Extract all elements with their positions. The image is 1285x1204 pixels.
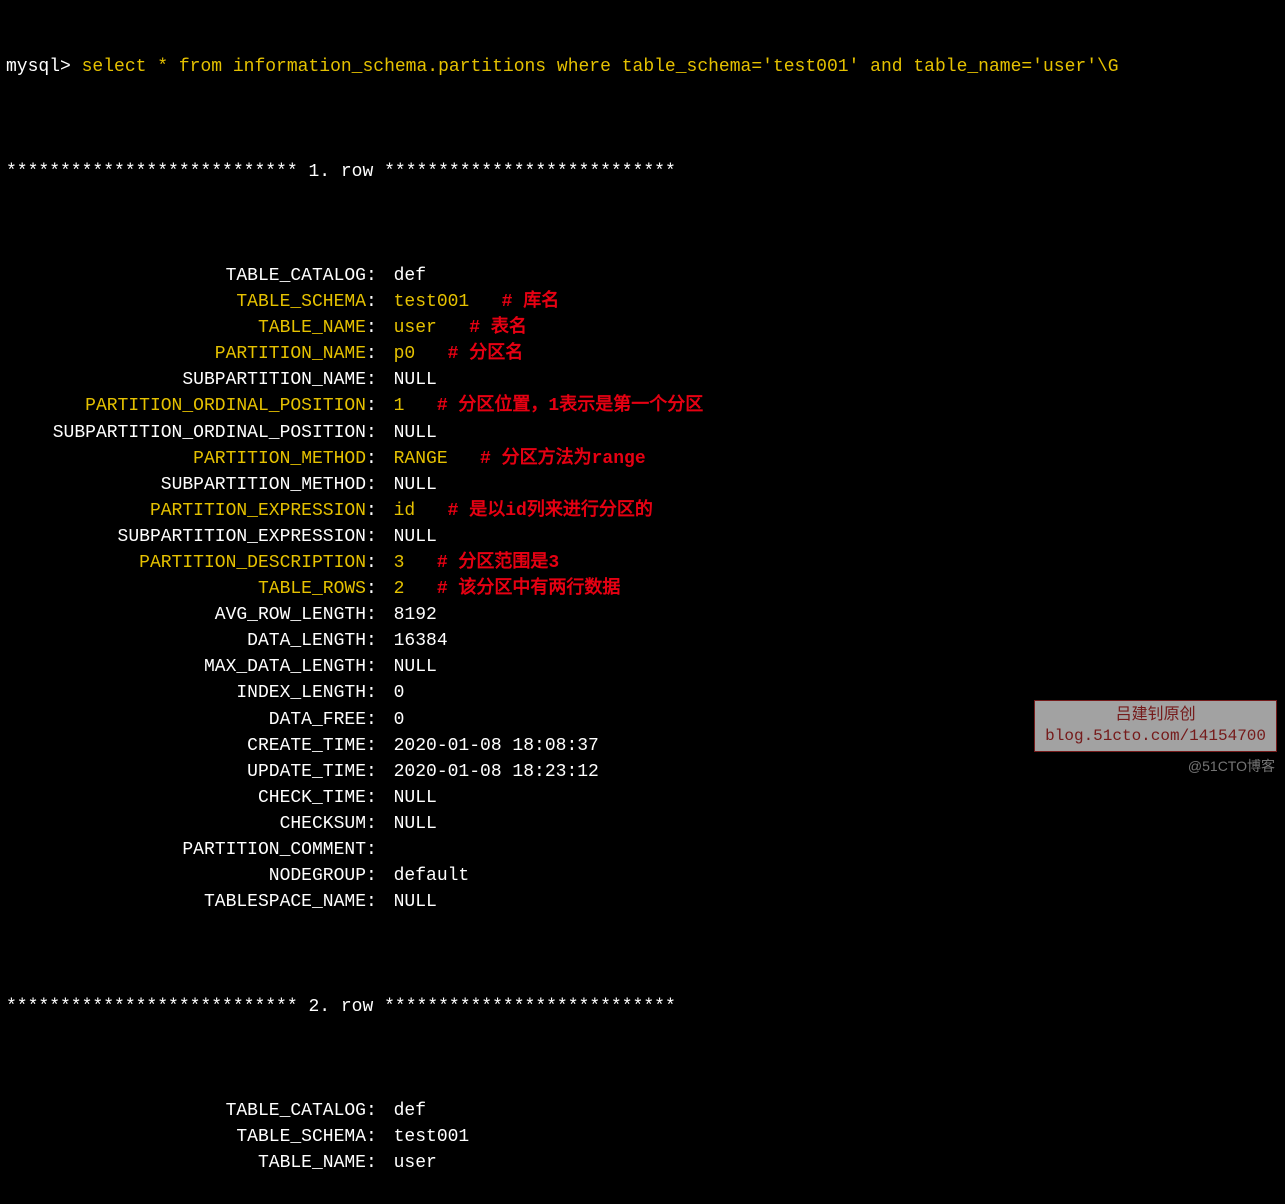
- field-label: PARTITION_METHOD: [6, 446, 366, 472]
- field-value: 2: [394, 576, 405, 602]
- field-row: PARTITION_COMMENT:: [6, 837, 1279, 863]
- field-row: TABLE_SCHEMA: test001: [6, 1124, 1279, 1150]
- inline-comment: # 库名: [502, 289, 560, 315]
- inline-comment: # 分区位置，1表示是第一个分区: [437, 393, 703, 419]
- field-value: 8192: [394, 602, 437, 628]
- field-label: SUBPARTITION_ORDINAL_POSITION: [6, 420, 366, 446]
- field-row: TABLE_SCHEMA: test001 # 库名: [6, 289, 1279, 315]
- inline-comment: # 该分区中有两行数据: [437, 576, 621, 602]
- inline-comment: # 表名: [469, 315, 527, 341]
- field-row: CHECK_TIME: NULL: [6, 785, 1279, 811]
- row-2-header: *************************** 2. row *****…: [6, 994, 1279, 1020]
- field-row: SUBPARTITION_NAME: NULL: [6, 367, 1279, 393]
- row-1-header: *************************** 1. row *****…: [6, 159, 1279, 185]
- field-value: NULL: [394, 654, 437, 680]
- field-row: TABLE_CATALOG: def: [6, 263, 1279, 289]
- field-value: id: [394, 498, 416, 524]
- field-row: SUBPARTITION_METHOD: NULL: [6, 472, 1279, 498]
- field-row: CHECKSUM: NULL: [6, 811, 1279, 837]
- field-row: MAX_DATA_LENGTH: NULL: [6, 654, 1279, 680]
- field-label: MAX_DATA_LENGTH: [6, 654, 366, 680]
- field-label: TABLE_ROWS: [6, 576, 366, 602]
- field-label: SUBPARTITION_NAME: [6, 367, 366, 393]
- field-label: CREATE_TIME: [6, 733, 366, 759]
- field-value: test001: [394, 289, 470, 315]
- field-label: TABLE_SCHEMA: [6, 289, 366, 315]
- field-label: AVG_ROW_LENGTH: [6, 602, 366, 628]
- field-value: NULL: [394, 367, 437, 393]
- field-value: def: [394, 1098, 426, 1124]
- field-row: PARTITION_EXPRESSION: id # 是以id列来进行分区的: [6, 498, 1279, 524]
- field-row: TABLE_NAME: user # 表名: [6, 315, 1279, 341]
- inline-comment: # 是以id列来进行分区的: [448, 498, 653, 524]
- field-label: SUBPARTITION_METHOD: [6, 472, 366, 498]
- field-value: p0: [394, 341, 416, 367]
- field-value: 0: [394, 680, 405, 706]
- field-row: NODEGROUP: default: [6, 863, 1279, 889]
- field-row: TABLESPACE_NAME: NULL: [6, 889, 1279, 915]
- field-label: NODEGROUP: [6, 863, 366, 889]
- field-label: DATA_FREE: [6, 707, 366, 733]
- field-value: NULL: [394, 420, 437, 446]
- field-value: user: [394, 315, 437, 341]
- field-label: TABLE_CATALOG: [6, 263, 366, 289]
- field-label: TABLE_NAME: [6, 1150, 366, 1176]
- field-value: RANGE: [394, 446, 448, 472]
- field-label: TABLE_CATALOG: [6, 1098, 366, 1124]
- field-label: UPDATE_TIME: [6, 759, 366, 785]
- field-value: NULL: [394, 811, 437, 837]
- field-label: DATA_LENGTH: [6, 628, 366, 654]
- inline-comment: # 分区方法为range: [480, 446, 646, 472]
- inline-comment: # 分区名: [448, 341, 524, 367]
- row-2-fields: TABLE_CATALOG: defTABLE_SCHEMA: test001T…: [6, 1098, 1279, 1176]
- field-label: PARTITION_NAME: [6, 341, 366, 367]
- row-1-fields: TABLE_CATALOG: defTABLE_SCHEMA: test001 …: [6, 263, 1279, 915]
- field-value: 3: [394, 550, 405, 576]
- field-row: PARTITION_ORDINAL_POSITION: 1 # 分区位置，1表示…: [6, 393, 1279, 419]
- terminal-output: mysql> select * from information_schema.…: [0, 0, 1285, 1204]
- field-value: default: [394, 863, 470, 889]
- field-row: PARTITION_NAME: p0 # 分区名: [6, 341, 1279, 367]
- field-label: PARTITION_COMMENT: [6, 837, 366, 863]
- field-value: 1: [394, 393, 405, 419]
- field-value: NULL: [394, 785, 437, 811]
- field-value: 0: [394, 707, 405, 733]
- field-label: PARTITION_ORDINAL_POSITION: [6, 393, 366, 419]
- field-label: PARTITION_EXPRESSION: [6, 498, 366, 524]
- field-row: SUBPARTITION_ORDINAL_POSITION: NULL: [6, 420, 1279, 446]
- field-row: TABLE_NAME: user: [6, 1150, 1279, 1176]
- mysql-prompt: mysql>: [6, 54, 71, 80]
- field-value: NULL: [394, 524, 437, 550]
- field-value: test001: [394, 1124, 470, 1150]
- field-label: CHECKSUM: [6, 811, 366, 837]
- field-label: PARTITION_DESCRIPTION: [6, 550, 366, 576]
- field-row: SUBPARTITION_EXPRESSION: NULL: [6, 524, 1279, 550]
- field-row: DATA_LENGTH: 16384: [6, 628, 1279, 654]
- field-value: NULL: [394, 472, 437, 498]
- prompt-line: mysql> select * from information_schema.…: [6, 54, 1279, 80]
- field-row: TABLE_CATALOG: def: [6, 1098, 1279, 1124]
- site-watermark: @51CTO博客: [1188, 756, 1275, 776]
- field-value: user: [394, 1150, 437, 1176]
- field-label: CHECK_TIME: [6, 785, 366, 811]
- field-row: PARTITION_METHOD: RANGE # 分区方法为range: [6, 446, 1279, 472]
- sql-query: select * from information_schema.partiti…: [82, 54, 1119, 80]
- field-row: AVG_ROW_LENGTH: 8192: [6, 602, 1279, 628]
- field-value: 2020-01-08 18:08:37: [394, 733, 599, 759]
- blog-watermark: 吕建钊原创 blog.51cto.com/14154700: [1034, 700, 1277, 752]
- field-label: INDEX_LENGTH: [6, 680, 366, 706]
- field-row: PARTITION_DESCRIPTION: 3 # 分区范围是3: [6, 550, 1279, 576]
- field-label: TABLESPACE_NAME: [6, 889, 366, 915]
- field-value: NULL: [394, 889, 437, 915]
- field-row: UPDATE_TIME: 2020-01-08 18:23:12: [6, 759, 1279, 785]
- field-row: TABLE_ROWS: 2 # 该分区中有两行数据: [6, 576, 1279, 602]
- field-label: TABLE_NAME: [6, 315, 366, 341]
- field-value: 16384: [394, 628, 448, 654]
- field-label: SUBPARTITION_EXPRESSION: [6, 524, 366, 550]
- field-value: def: [394, 263, 426, 289]
- field-value: 2020-01-08 18:23:12: [394, 759, 599, 785]
- field-label: TABLE_SCHEMA: [6, 1124, 366, 1150]
- inline-comment: # 分区范围是3: [437, 550, 559, 576]
